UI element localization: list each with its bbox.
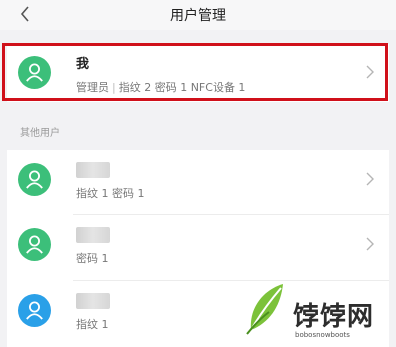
chevron-right-icon [366, 237, 374, 251]
blurred-name [76, 227, 110, 243]
avatar [18, 163, 51, 196]
list-item[interactable]: 指纹 1 密码 1 [7, 150, 389, 210]
blurred-name [76, 293, 110, 309]
user-details: 指纹 1 [76, 318, 109, 331]
watermark-text: 饽饽网 [293, 302, 375, 332]
watermark: 饽饽网 bobosnowboots [241, 278, 396, 347]
blurred-name [76, 162, 110, 178]
user-icon [26, 235, 43, 254]
highlight-box [2, 43, 388, 101]
user-details: 密码 1 [76, 252, 109, 265]
watermark-subtext: bobosnowboots [295, 331, 350, 339]
leaf-logo-icon [246, 284, 283, 335]
avatar [18, 294, 51, 327]
chevron-right-icon [366, 172, 374, 186]
page-title: 用户管理 [170, 8, 226, 24]
user-icon [26, 170, 43, 189]
user-icon [26, 301, 43, 320]
avatar [18, 228, 51, 261]
top-bar: 用户管理 [0, 0, 396, 30]
user-management-screen: 用户管理 我 管理员 | 指纹 2 密码 1 NFC设备 1 其他用户 指纹 1… [0, 0, 396, 347]
user-details: 指纹 1 密码 1 [76, 187, 145, 200]
list-item[interactable]: 密码 1 [7, 215, 389, 275]
section-label: 其他用户 [20, 128, 60, 139]
